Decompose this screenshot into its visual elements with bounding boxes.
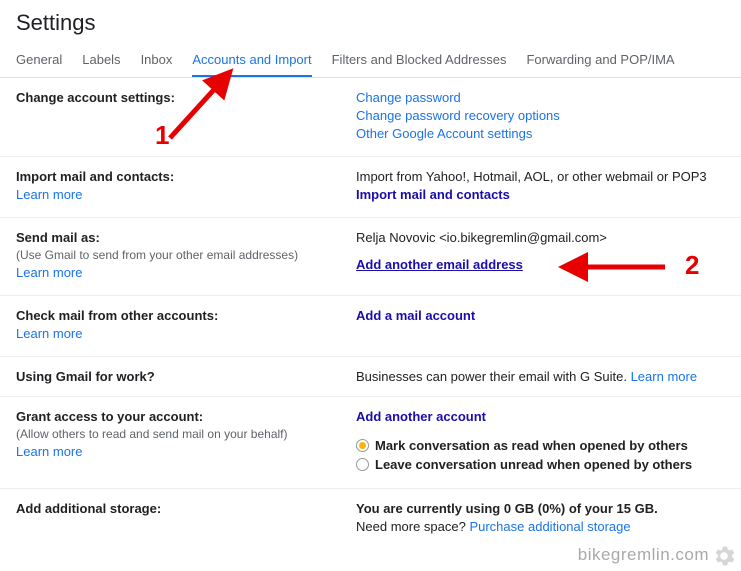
link-change-password[interactable]: Change password [356,90,725,105]
section-import-mail: Import mail and contacts: Learn more Imp… [0,157,741,218]
text-storage-usage: You are currently using 0 GB (0%) of you… [356,501,725,516]
section-change-account: Change account settings: Change password… [0,78,741,157]
link-sendas-learn-more[interactable]: Learn more [16,265,336,280]
section-gmail-work: Using Gmail for work? Businesses can pow… [0,357,741,397]
text-gsuite-desc: Businesses can power their email with G … [356,369,631,384]
link-import-learn-more[interactable]: Learn more [16,187,336,202]
text-need-space: Need more space? [356,519,469,534]
text-identity: Relja Novovic <io.bikegremlin@gmail.com> [356,230,725,245]
tabs-bar: General Labels Inbox Accounts and Import… [0,42,741,78]
tab-accounts-import[interactable]: Accounts and Import [192,42,311,78]
label-check-mail: Check mail from other accounts: [16,308,336,323]
text-import-desc: Import from Yahoo!, Hotmail, AOL, or oth… [356,169,725,184]
tab-forwarding[interactable]: Forwarding and POP/IMA [526,42,674,77]
radio-label-mark-read: Mark conversation as read when opened by… [375,438,688,453]
label-import-mail: Import mail and contacts: [16,169,336,184]
annotation-number-2: 2 [685,250,699,281]
link-import-mail-contacts[interactable]: Import mail and contacts [356,187,725,202]
section-grant-access: Grant access to your account: (Allow oth… [0,397,741,489]
radio-label-leave-unread: Leave conversation unread when opened by… [375,457,692,472]
link-purchase-storage[interactable]: Purchase additional storage [469,519,630,534]
tab-inbox[interactable]: Inbox [141,42,173,77]
section-check-mail: Check mail from other accounts: Learn mo… [0,296,741,357]
link-add-mail-account[interactable]: Add a mail account [356,308,475,323]
link-other-google-settings[interactable]: Other Google Account settings [356,126,725,141]
link-add-another-email[interactable]: Add another email address [356,257,725,272]
tab-filters[interactable]: Filters and Blocked Addresses [332,42,507,77]
label-change-account: Change account settings: [16,90,175,105]
link-checkmail-learn-more[interactable]: Learn more [16,326,336,341]
label-grant-access: Grant access to your account: [16,409,336,424]
link-add-another-account[interactable]: Add another account [356,409,486,424]
page-title: Settings [0,0,741,42]
label-add-storage: Add additional storage: [16,501,161,516]
label-send-mail-as: Send mail as: [16,230,336,245]
tab-general[interactable]: General [16,42,62,77]
radio-leave-unread[interactable] [356,458,369,471]
tab-labels[interactable]: Labels [82,42,120,77]
section-send-mail-as: Send mail as: (Use Gmail to send from yo… [0,218,741,296]
subtext-grant-access: (Allow others to read and send mail on y… [16,427,336,441]
annotation-number-1: 1 [155,120,169,151]
radio-mark-read[interactable] [356,439,369,452]
section-add-storage: Add additional storage: You are currentl… [0,489,741,549]
subtext-send-mail-as: (Use Gmail to send from your other email… [16,248,336,262]
link-grant-learn-more[interactable]: Learn more [16,444,336,459]
link-gsuite-learn-more[interactable]: Learn more [631,369,697,384]
label-gmail-work: Using Gmail for work? [16,369,155,384]
link-change-recovery[interactable]: Change password recovery options [356,108,725,123]
